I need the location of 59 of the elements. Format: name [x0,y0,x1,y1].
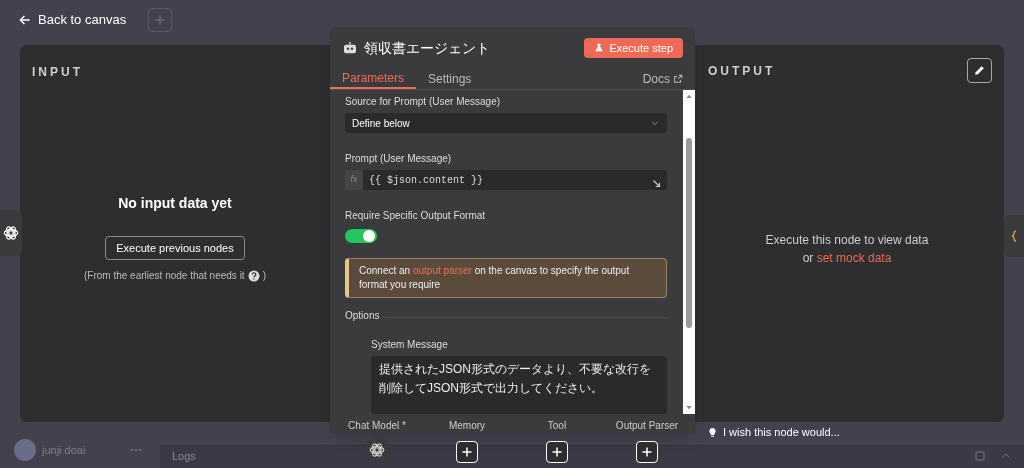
toggle-switch[interactable] [345,229,377,243]
execute-previous-button[interactable]: Execute previous nodes [105,236,245,260]
model-node[interactable] [364,437,390,463]
or-text: or [802,250,815,267]
flask-icon [594,43,605,53]
panel-icon [974,450,986,462]
add-connection-button[interactable] [636,441,658,463]
back-arrow-icon [18,13,32,27]
pencil-icon [973,64,986,77]
node-tab[interactable] [1004,215,1024,257]
back-link[interactable]: Back to canvas [18,10,127,30]
select-field[interactable]: Define below [345,113,667,134]
openai-icon [368,441,386,459]
plus-icon [461,446,473,458]
empty-title: No input data yet [118,194,232,213]
edit-button[interactable] [967,58,992,83]
node-title: 領収書エージェント [364,38,490,58]
field-label: Prompt (User Message) [345,152,453,167]
connector-label: Memory [447,419,487,433]
hint-text: ) [262,269,266,283]
empty-message: Execute this node to view data [765,232,929,249]
robot-icon [342,40,358,56]
mock-data-link[interactable]: set mock data [816,249,892,267]
help-icon [247,269,260,282]
user-name: junji doai [42,442,86,458]
chevron-down-icon [650,118,660,128]
scrollbar-thumb[interactable] [686,138,692,328]
external-link-icon [673,73,683,84]
logs-title: Logs [172,448,196,464]
lightbulb-icon [707,427,718,438]
field-label: Require Specific Output Format [345,209,487,224]
openai-icon [2,224,20,242]
system-message-field[interactable]: 提供されたJSON形式のデータより、不要な改行を削除してJSON形式で出力してください。 [371,356,667,414]
add-connection-button[interactable] [456,441,478,463]
scroll-up-icon [685,92,693,100]
tab[interactable]: Settings [416,68,484,89]
connector-label: Chat Model * [347,419,407,433]
panel-title: OUTPUT [708,62,776,80]
plus-icon [551,446,563,458]
docs-link[interactable]: Docs [642,68,683,89]
feedback-link[interactable]: I wish this node would... [723,424,840,441]
hint-text: (From the earliest node that needs it [84,269,245,283]
fx-label: fx [345,170,363,191]
connector-label: Tool [546,419,568,433]
add-connection-button[interactable] [546,441,568,463]
connector-label: Output Parser [614,419,680,433]
expand-icon [652,179,661,189]
expression-field[interactable]: {{ $json.content }} [363,170,667,191]
plus-icon [153,13,168,27]
notice-text: Connect an output parser on the canvas to specify the output format you require [345,258,667,298]
node-tab[interactable] [0,210,22,256]
field-label: System Message [371,338,449,352]
field-label: Source for Prompt (User Message) [345,95,502,109]
panel-title: INPUT [31,64,84,81]
tab[interactable]: Parameters [330,68,416,89]
plus-icon [641,446,653,458]
scroll-down-icon [685,404,693,412]
avatar-icon [14,439,36,461]
options-label: Options [345,309,380,323]
